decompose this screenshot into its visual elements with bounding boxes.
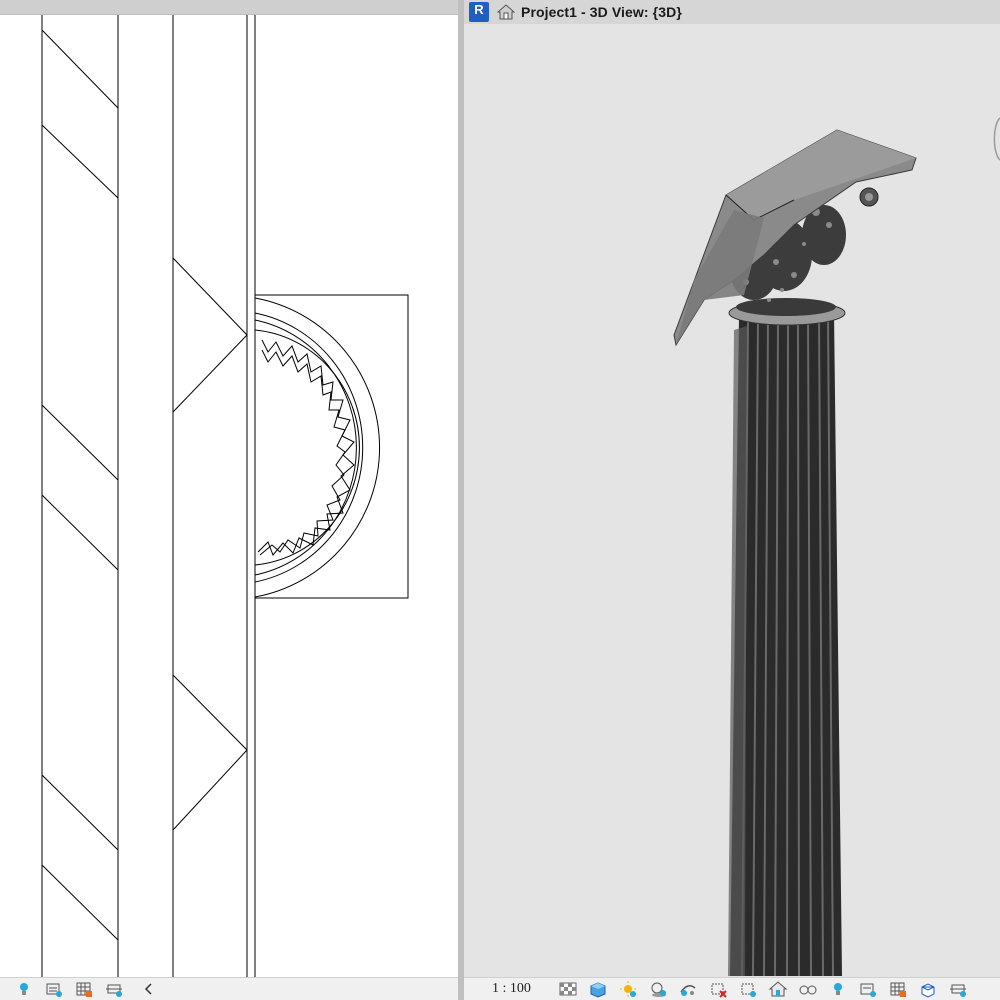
viewcube-edge <box>993 117 1000 161</box>
crop-view-icon[interactable] <box>708 980 728 998</box>
plan-view-control-bar <box>0 977 458 1000</box>
view-scale[interactable]: 1 : 100 <box>492 981 531 997</box>
highlight-displacement-icon[interactable] <box>888 980 908 998</box>
corinthian-column-model <box>673 117 1000 977</box>
revit-workspace: R Project1 - 3D View: {3D} 1: 100 <box>0 0 1000 1000</box>
bulb-icon[interactable] <box>14 980 34 998</box>
rendering-icon[interactable] <box>678 980 698 998</box>
visual-style-icon[interactable] <box>588 980 608 998</box>
home-icon[interactable] <box>497 3 515 21</box>
3d-view-canvas[interactable] <box>464 24 1000 977</box>
plan-view-canvas[interactable] <box>0 15 458 977</box>
revit-logo: R <box>469 2 489 22</box>
visual-style-icon[interactable] <box>74 980 94 998</box>
plan-view-titlebar[interactable] <box>0 0 458 15</box>
detail-level-icon[interactable] <box>44 980 64 998</box>
hide-crop-icon[interactable] <box>738 980 758 998</box>
detail-level-icon[interactable] <box>558 980 578 998</box>
3d-view-titlebar[interactable]: R Project1 - 3D View: {3D} <box>464 0 1000 24</box>
scroll-left-icon[interactable] <box>139 980 159 998</box>
shadows-icon[interactable] <box>648 980 668 998</box>
lock-view-icon[interactable] <box>768 980 788 998</box>
temp-hide-icon[interactable] <box>798 980 818 998</box>
bulb-icon[interactable] <box>828 980 848 998</box>
view-title: Project1 - 3D View: {3D} <box>521 4 682 20</box>
reveal-constraints-icon[interactable] <box>918 980 938 998</box>
analytical-model-icon[interactable] <box>858 980 878 998</box>
worksharing-icon[interactable] <box>948 980 968 998</box>
sun-path-icon[interactable] <box>618 980 638 998</box>
3d-view-control-bar: 1 : 100 <box>464 977 1000 1000</box>
plan-drawing <box>41 15 409 977</box>
crop-region-icon[interactable] <box>104 980 124 998</box>
3d-view-pane[interactable]: R Project1 - 3D View: {3D} 1: 100 <box>464 0 1000 1000</box>
plan-view-pane[interactable] <box>0 0 458 1000</box>
